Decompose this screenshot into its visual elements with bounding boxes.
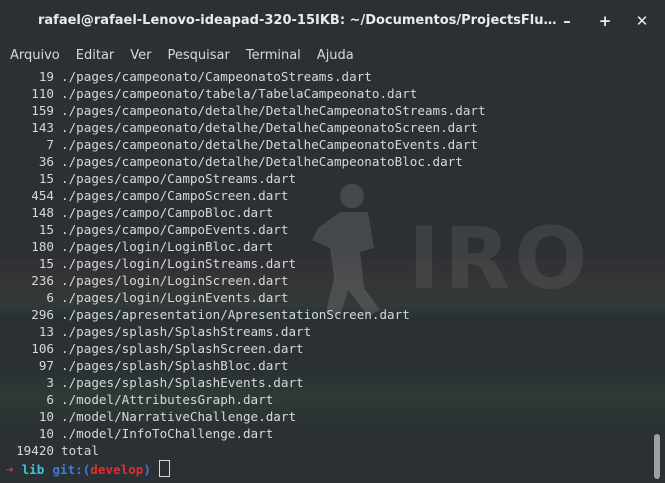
file-path: ./pages/splash/SplashScreen.dart bbox=[61, 341, 304, 356]
file-path: ./model/AttributesGraph.dart bbox=[61, 392, 274, 407]
file-path: ./pages/login/LoginStreams.dart bbox=[61, 256, 297, 271]
file-path: ./pages/splash/SplashEvents.dart bbox=[61, 375, 304, 390]
output-line: 180 ./pages/login/LoginBloc.dart bbox=[0, 238, 486, 255]
line-count: 236 bbox=[31, 273, 54, 288]
title-bar[interactable]: rafael@rafael-Lenovo-ideapad-320-15IKB: … bbox=[0, 0, 665, 44]
file-path: ./pages/campo/CampoBloc.dart bbox=[61, 205, 274, 220]
minimize-button[interactable]: – bbox=[558, 12, 576, 30]
line-count: 296 bbox=[31, 307, 54, 322]
file-path: ./pages/campeonato/detalhe/DetalheCampeo… bbox=[61, 137, 479, 152]
terminal-area[interactable]: IRO 19 ./pages/campeonato/CampeonatoStrea… bbox=[0, 68, 665, 483]
line-count: 454 bbox=[31, 188, 54, 203]
line-count: 10 bbox=[38, 426, 54, 441]
menu-editar[interactable]: Editar bbox=[68, 44, 123, 68]
line-count: 6 bbox=[46, 290, 54, 305]
line-count: 143 bbox=[31, 120, 54, 135]
output-line: 10 ./model/InfoToChallenge.dart bbox=[0, 425, 486, 442]
window-title: rafael@rafael-Lenovo-ideapad-320-15IKB: … bbox=[38, 13, 558, 28]
file-path: ./pages/apresentation/ApresentationScree… bbox=[61, 307, 410, 322]
file-path: ./pages/campo/CampoStreams.dart bbox=[61, 171, 297, 186]
file-path: ./pages/campeonato/detalhe/DetalheCampeo… bbox=[61, 154, 463, 169]
output-line: 97 ./pages/splash/SplashBloc.dart bbox=[0, 357, 486, 374]
line-count: 3 bbox=[46, 375, 54, 390]
line-count: 13 bbox=[38, 324, 54, 339]
prompt-close-paren: ) bbox=[143, 462, 151, 477]
menu-pesquisar[interactable]: Pesquisar bbox=[160, 44, 238, 68]
file-path: ./pages/campeonato/tabela/TabelaCampeona… bbox=[61, 86, 418, 101]
prompt-arrow-icon: ➜ bbox=[6, 462, 14, 477]
prompt-branch: develop bbox=[90, 462, 144, 477]
output-line: 106 ./pages/splash/SplashScreen.dart bbox=[0, 340, 486, 357]
line-count: 36 bbox=[38, 154, 54, 169]
output-line: 13 ./pages/splash/SplashStreams.dart bbox=[0, 323, 486, 340]
output-line: 15 ./pages/login/LoginStreams.dart bbox=[0, 255, 486, 272]
line-count: 10 bbox=[38, 409, 54, 424]
terminal-output: 19 ./pages/campeonato/CampeonatoStreams.d… bbox=[0, 68, 486, 477]
line-count: 180 bbox=[31, 239, 54, 254]
menu-ajuda[interactable]: Ajuda bbox=[309, 44, 362, 68]
output-line: 296 ./pages/apresentation/ApresentationSc… bbox=[0, 306, 486, 323]
line-count: 110 bbox=[31, 86, 54, 101]
total-count: 19420 bbox=[16, 443, 54, 458]
line-count: 106 bbox=[31, 341, 54, 356]
terminal-window: rafael@rafael-Lenovo-ideapad-320-15IKB: … bbox=[0, 0, 665, 483]
file-path: ./model/InfoToChallenge.dart bbox=[61, 426, 274, 441]
line-count: 15 bbox=[38, 222, 54, 237]
line-count: 97 bbox=[38, 358, 54, 373]
text-cursor bbox=[158, 460, 170, 477]
close-button[interactable]: ✕ bbox=[633, 12, 651, 30]
menu-terminal[interactable]: Terminal bbox=[238, 44, 309, 68]
line-count: 19 bbox=[38, 69, 54, 84]
maximize-button[interactable]: + bbox=[596, 12, 614, 30]
output-line: 3 ./pages/splash/SplashEvents.dart bbox=[0, 374, 486, 391]
file-path: ./pages/splash/SplashBloc.dart bbox=[61, 358, 289, 373]
output-line: 159 ./pages/campeonato/detalhe/DetalheCam… bbox=[0, 102, 486, 119]
file-path: ./pages/splash/SplashStreams.dart bbox=[61, 324, 312, 339]
output-line: 19 ./pages/campeonato/CampeonatoStreams.d… bbox=[0, 68, 486, 85]
output-line: 110 ./pages/campeonato/tabela/TabelaCampe… bbox=[0, 85, 486, 102]
output-line: 6 ./model/AttributesGraph.dart bbox=[0, 391, 486, 408]
line-count: 15 bbox=[38, 171, 54, 186]
total-label: total bbox=[61, 443, 99, 458]
file-path: ./pages/campo/CampoScreen.dart bbox=[61, 188, 289, 203]
output-line: 143 ./pages/campeonato/detalhe/DetalheCam… bbox=[0, 119, 486, 136]
menu-ver[interactable]: Ver bbox=[122, 44, 159, 68]
file-path: ./pages/campeonato/detalhe/DetalheCampeo… bbox=[61, 120, 479, 135]
line-count: 7 bbox=[46, 137, 54, 152]
file-path: ./pages/campeonato/detalhe/DetalheCampeo… bbox=[61, 103, 486, 118]
scrollbar-thumb[interactable] bbox=[654, 434, 660, 479]
line-count: 6 bbox=[46, 392, 54, 407]
output-line: 454 ./pages/campo/CampoScreen.dart bbox=[0, 187, 486, 204]
file-path: ./pages/login/LoginEvents.dart bbox=[61, 290, 289, 305]
output-line: 36 ./pages/campeonato/detalhe/DetalheCamp… bbox=[0, 153, 486, 170]
output-line: 148 ./pages/campo/CampoBloc.dart bbox=[0, 204, 486, 221]
prompt-directory: lib bbox=[21, 462, 45, 477]
output-line: 7 ./pages/campeonato/detalhe/DetalheCampe… bbox=[0, 136, 486, 153]
output-total-line: 19420 total bbox=[0, 442, 486, 459]
output-line: 15 ./pages/campo/CampoEvents.dart bbox=[0, 221, 486, 238]
file-path: ./pages/campeonato/CampeonatoStreams.dar… bbox=[61, 69, 372, 84]
file-path: ./pages/campo/CampoEvents.dart bbox=[61, 222, 289, 237]
output-line: 6 ./pages/login/LoginEvents.dart bbox=[0, 289, 486, 306]
output-line: 15 ./pages/campo/CampoStreams.dart bbox=[0, 170, 486, 187]
line-count: 15 bbox=[38, 256, 54, 271]
shell-prompt[interactable]: ➜ lib git:(develop) bbox=[0, 460, 486, 477]
file-path: ./pages/login/LoginScreen.dart bbox=[61, 273, 289, 288]
prompt-git-label: git: bbox=[52, 462, 83, 477]
line-count: 159 bbox=[31, 103, 54, 118]
file-path: ./model/NarrativeChallenge.dart bbox=[61, 409, 297, 424]
output-line: 236 ./pages/login/LoginScreen.dart bbox=[0, 272, 486, 289]
line-count: 148 bbox=[31, 205, 54, 220]
file-path: ./pages/login/LoginBloc.dart bbox=[61, 239, 274, 254]
menu-arquivo[interactable]: Arquivo bbox=[0, 44, 68, 68]
output-line: 10 ./model/NarrativeChallenge.dart bbox=[0, 408, 486, 425]
menu-bar: Arquivo Editar Ver Pesquisar Terminal Aj… bbox=[0, 44, 665, 68]
